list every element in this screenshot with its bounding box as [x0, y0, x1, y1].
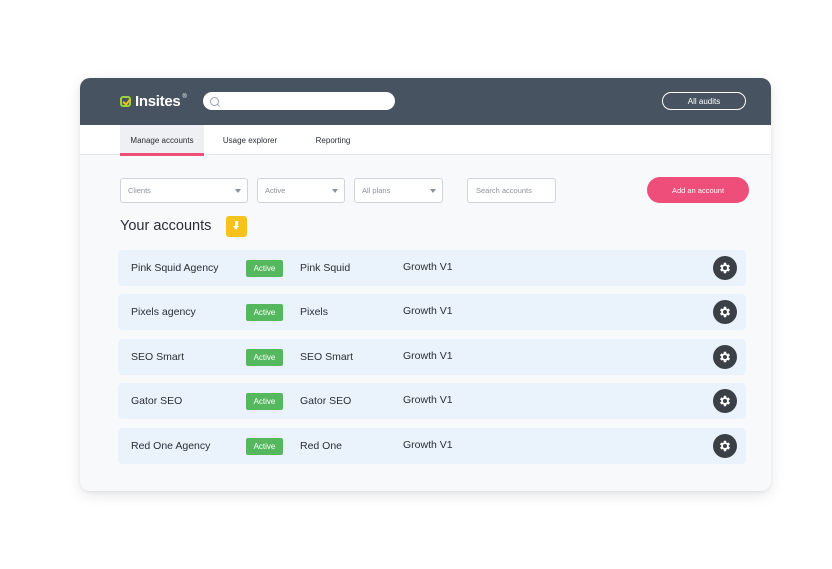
account-row[interactable]: Red One Agency Active Red One Growth V1: [118, 428, 746, 464]
account-name: Pixels agency: [131, 306, 196, 318]
chevron-down-icon: [235, 189, 241, 193]
tab-usage-explorer[interactable]: Usage explorer: [214, 125, 286, 155]
account-plan: Growth V1: [403, 350, 453, 362]
global-search-input[interactable]: [221, 94, 390, 110]
account-plan: Growth V1: [403, 261, 453, 273]
logo-check-icon: [120, 95, 131, 107]
account-plan: Growth V1: [403, 394, 453, 406]
account-client: Pixels: [300, 306, 329, 318]
account-row[interactable]: SEO Smart Active SEO Smart Growth V1: [118, 339, 746, 375]
logo-text: Insites: [135, 92, 181, 110]
tab-reporting[interactable]: Reporting: [306, 125, 360, 155]
account-name: SEO Smart: [131, 351, 185, 363]
gear-icon[interactable]: [713, 345, 737, 369]
clients-select[interactable]: Clients: [120, 178, 248, 203]
all-audits-button[interactable]: All audits: [662, 92, 746, 110]
account-client: Gator SEO: [300, 395, 352, 407]
search-icon: [210, 97, 219, 106]
plans-select-value: All plans: [362, 186, 391, 195]
top-bar: Insites ® All audits: [80, 78, 771, 125]
global-search[interactable]: [203, 92, 395, 110]
chevron-down-icon: [332, 189, 338, 193]
search-accounts-input[interactable]: Search accounts: [467, 178, 556, 203]
tab-manage-accounts[interactable]: Manage accounts: [120, 125, 204, 156]
account-row[interactable]: Pink Squid Agency Active Pink Squid Grow…: [118, 250, 746, 286]
account-row[interactable]: Gator SEO Active Gator SEO Growth V1: [118, 383, 746, 419]
account-row[interactable]: Pixels agency Active Pixels Growth V1: [118, 294, 746, 330]
account-name: Pink Squid Agency: [131, 262, 219, 274]
plans-select[interactable]: All plans: [354, 178, 443, 203]
status-badge: Active: [246, 438, 283, 455]
section-title: Your accounts: [120, 218, 212, 234]
app-window: Insites ® All audits Manage accounts Usa…: [80, 78, 771, 491]
status-badge: Active: [246, 260, 283, 277]
tab-bar: Manage accounts Usage explorer Reporting: [80, 125, 771, 156]
status-badge: Active: [246, 393, 283, 410]
account-name: Gator SEO: [131, 395, 183, 407]
gear-icon[interactable]: [713, 389, 737, 413]
account-client: SEO Smart: [300, 351, 354, 363]
add-account-button[interactable]: Add an account: [647, 177, 749, 203]
status-badge: Active: [246, 349, 283, 366]
gear-icon[interactable]: [713, 434, 737, 458]
logo-registered-mark: ®: [182, 94, 187, 100]
logo[interactable]: Insites ®: [120, 92, 187, 110]
download-icon[interactable]: [226, 216, 247, 237]
gear-icon[interactable]: [713, 300, 737, 324]
account-client: Pink Squid: [300, 262, 351, 274]
account-name: Red One Agency: [131, 440, 211, 452]
status-badge: Active: [246, 304, 283, 321]
status-select[interactable]: Active: [257, 178, 345, 203]
gear-icon[interactable]: [713, 256, 737, 280]
account-client: Red One: [300, 440, 343, 452]
clients-select-value: Clients: [128, 186, 151, 195]
account-plan: Growth V1: [403, 305, 453, 317]
chevron-down-icon: [430, 189, 436, 193]
status-select-value: Active: [265, 186, 286, 195]
account-plan: Growth V1: [403, 439, 453, 451]
